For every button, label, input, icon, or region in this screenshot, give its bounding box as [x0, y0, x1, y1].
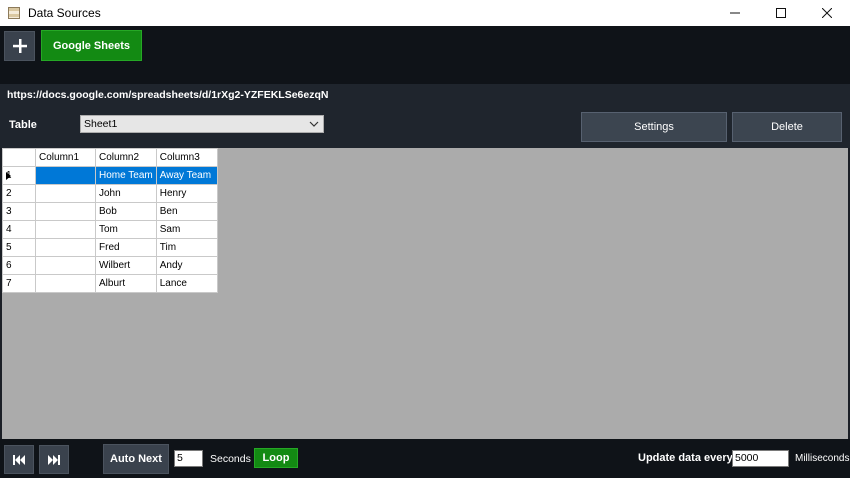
grid-cell[interactable]: Away Team — [155, 166, 218, 185]
skip-to-start-icon — [13, 454, 25, 465]
table-row: 3 Bob Ben — [2, 202, 218, 221]
grid-cell[interactable] — [35, 274, 96, 293]
row-header[interactable]: 4 — [2, 220, 36, 239]
seconds-input[interactable]: 5 — [174, 450, 203, 467]
row-header[interactable]: 3 — [2, 202, 36, 221]
data-grid-area: Column1 Column2 Column3 1 Home Team Away… — [2, 148, 848, 439]
add-source-button[interactable] — [4, 31, 35, 61]
column-header[interactable]: Column1 — [35, 148, 96, 167]
grid-cell[interactable]: Wilbert — [95, 256, 157, 275]
update-interval-label: Update data every — [638, 452, 733, 464]
table-dropdown-value: Sheet1 — [84, 118, 118, 130]
table-row: 2 John Henry — [2, 184, 218, 203]
table-row: 4 Tom Sam — [2, 220, 218, 239]
window-title: Data Sources — [28, 6, 101, 20]
google-sheets-source-button[interactable]: Google Sheets — [41, 30, 142, 61]
first-row-button[interactable] — [4, 445, 34, 474]
grid-cell[interactable]: Lance — [155, 274, 218, 293]
grid-cell[interactable]: John — [95, 184, 157, 203]
maximize-icon[interactable] — [758, 0, 804, 26]
grid-cell[interactable] — [35, 184, 96, 203]
grid-cell[interactable]: Ben — [155, 202, 218, 221]
loop-button[interactable]: Loop — [254, 448, 298, 468]
last-row-button[interactable] — [39, 445, 69, 474]
row-header[interactable]: 5 — [2, 238, 36, 257]
table-row: 5 Fred Tim — [2, 238, 218, 257]
data-grid: Column1 Column2 Column3 1 Home Team Away… — [2, 148, 218, 293]
row-header[interactable]: 7 — [2, 274, 36, 293]
table-label: Table — [9, 119, 37, 131]
window-controls — [712, 0, 850, 26]
app-icon — [8, 7, 20, 19]
source-header: https://docs.google.com/spreadsheets/d/1… — [0, 84, 850, 148]
row-header[interactable]: 1 — [2, 166, 36, 185]
playback-bar: Auto Next 5 Seconds Loop Update data eve… — [0, 439, 850, 478]
source-toolbar: Google Sheets — [0, 26, 850, 84]
table-dropdown[interactable]: Sheet1 — [80, 115, 324, 133]
table-row: 1 Home Team Away Team — [2, 166, 218, 185]
grid-cell[interactable]: Home Team — [95, 166, 157, 185]
grid-cell[interactable]: Sam — [155, 220, 218, 239]
table-row: 6 Wilbert Andy — [2, 256, 218, 275]
column-header[interactable]: Column3 — [155, 148, 218, 167]
delete-button[interactable]: Delete — [732, 112, 842, 142]
row-header[interactable]: 2 — [2, 184, 36, 203]
auto-next-button[interactable]: Auto Next — [103, 444, 169, 474]
update-interval-input[interactable]: 5000 — [732, 450, 789, 467]
milliseconds-label: Milliseconds — [795, 453, 850, 464]
row-header-corner[interactable] — [2, 148, 36, 167]
grid-cell[interactable]: Bob — [95, 202, 157, 221]
chevron-down-icon — [309, 121, 319, 127]
seconds-label: Seconds — [210, 453, 251, 465]
grid-cell[interactable] — [35, 166, 96, 185]
source-url: https://docs.google.com/spreadsheets/d/1… — [7, 89, 329, 101]
table-row: 7 Alburt Lance — [2, 274, 218, 293]
row-header[interactable]: 6 — [2, 256, 36, 275]
grid-cell[interactable] — [35, 256, 96, 275]
grid-cell[interactable]: Henry — [155, 184, 218, 203]
grid-cell[interactable]: Tim — [155, 238, 218, 257]
grid-cell[interactable] — [35, 220, 96, 239]
grid-cell[interactable]: Alburt — [95, 274, 157, 293]
title-bar: Data Sources — [0, 0, 850, 26]
grid-cell[interactable]: Tom — [95, 220, 157, 239]
minimize-icon[interactable] — [712, 0, 758, 26]
grid-cell[interactable]: Fred — [95, 238, 157, 257]
grid-cell[interactable]: Andy — [155, 256, 218, 275]
plus-icon — [12, 39, 27, 53]
settings-button[interactable]: Settings — [581, 112, 727, 142]
close-icon[interactable] — [804, 0, 850, 26]
column-header[interactable]: Column2 — [95, 148, 157, 167]
grid-cell[interactable] — [35, 202, 96, 221]
grid-cell[interactable] — [35, 238, 96, 257]
skip-to-end-icon — [48, 454, 60, 465]
